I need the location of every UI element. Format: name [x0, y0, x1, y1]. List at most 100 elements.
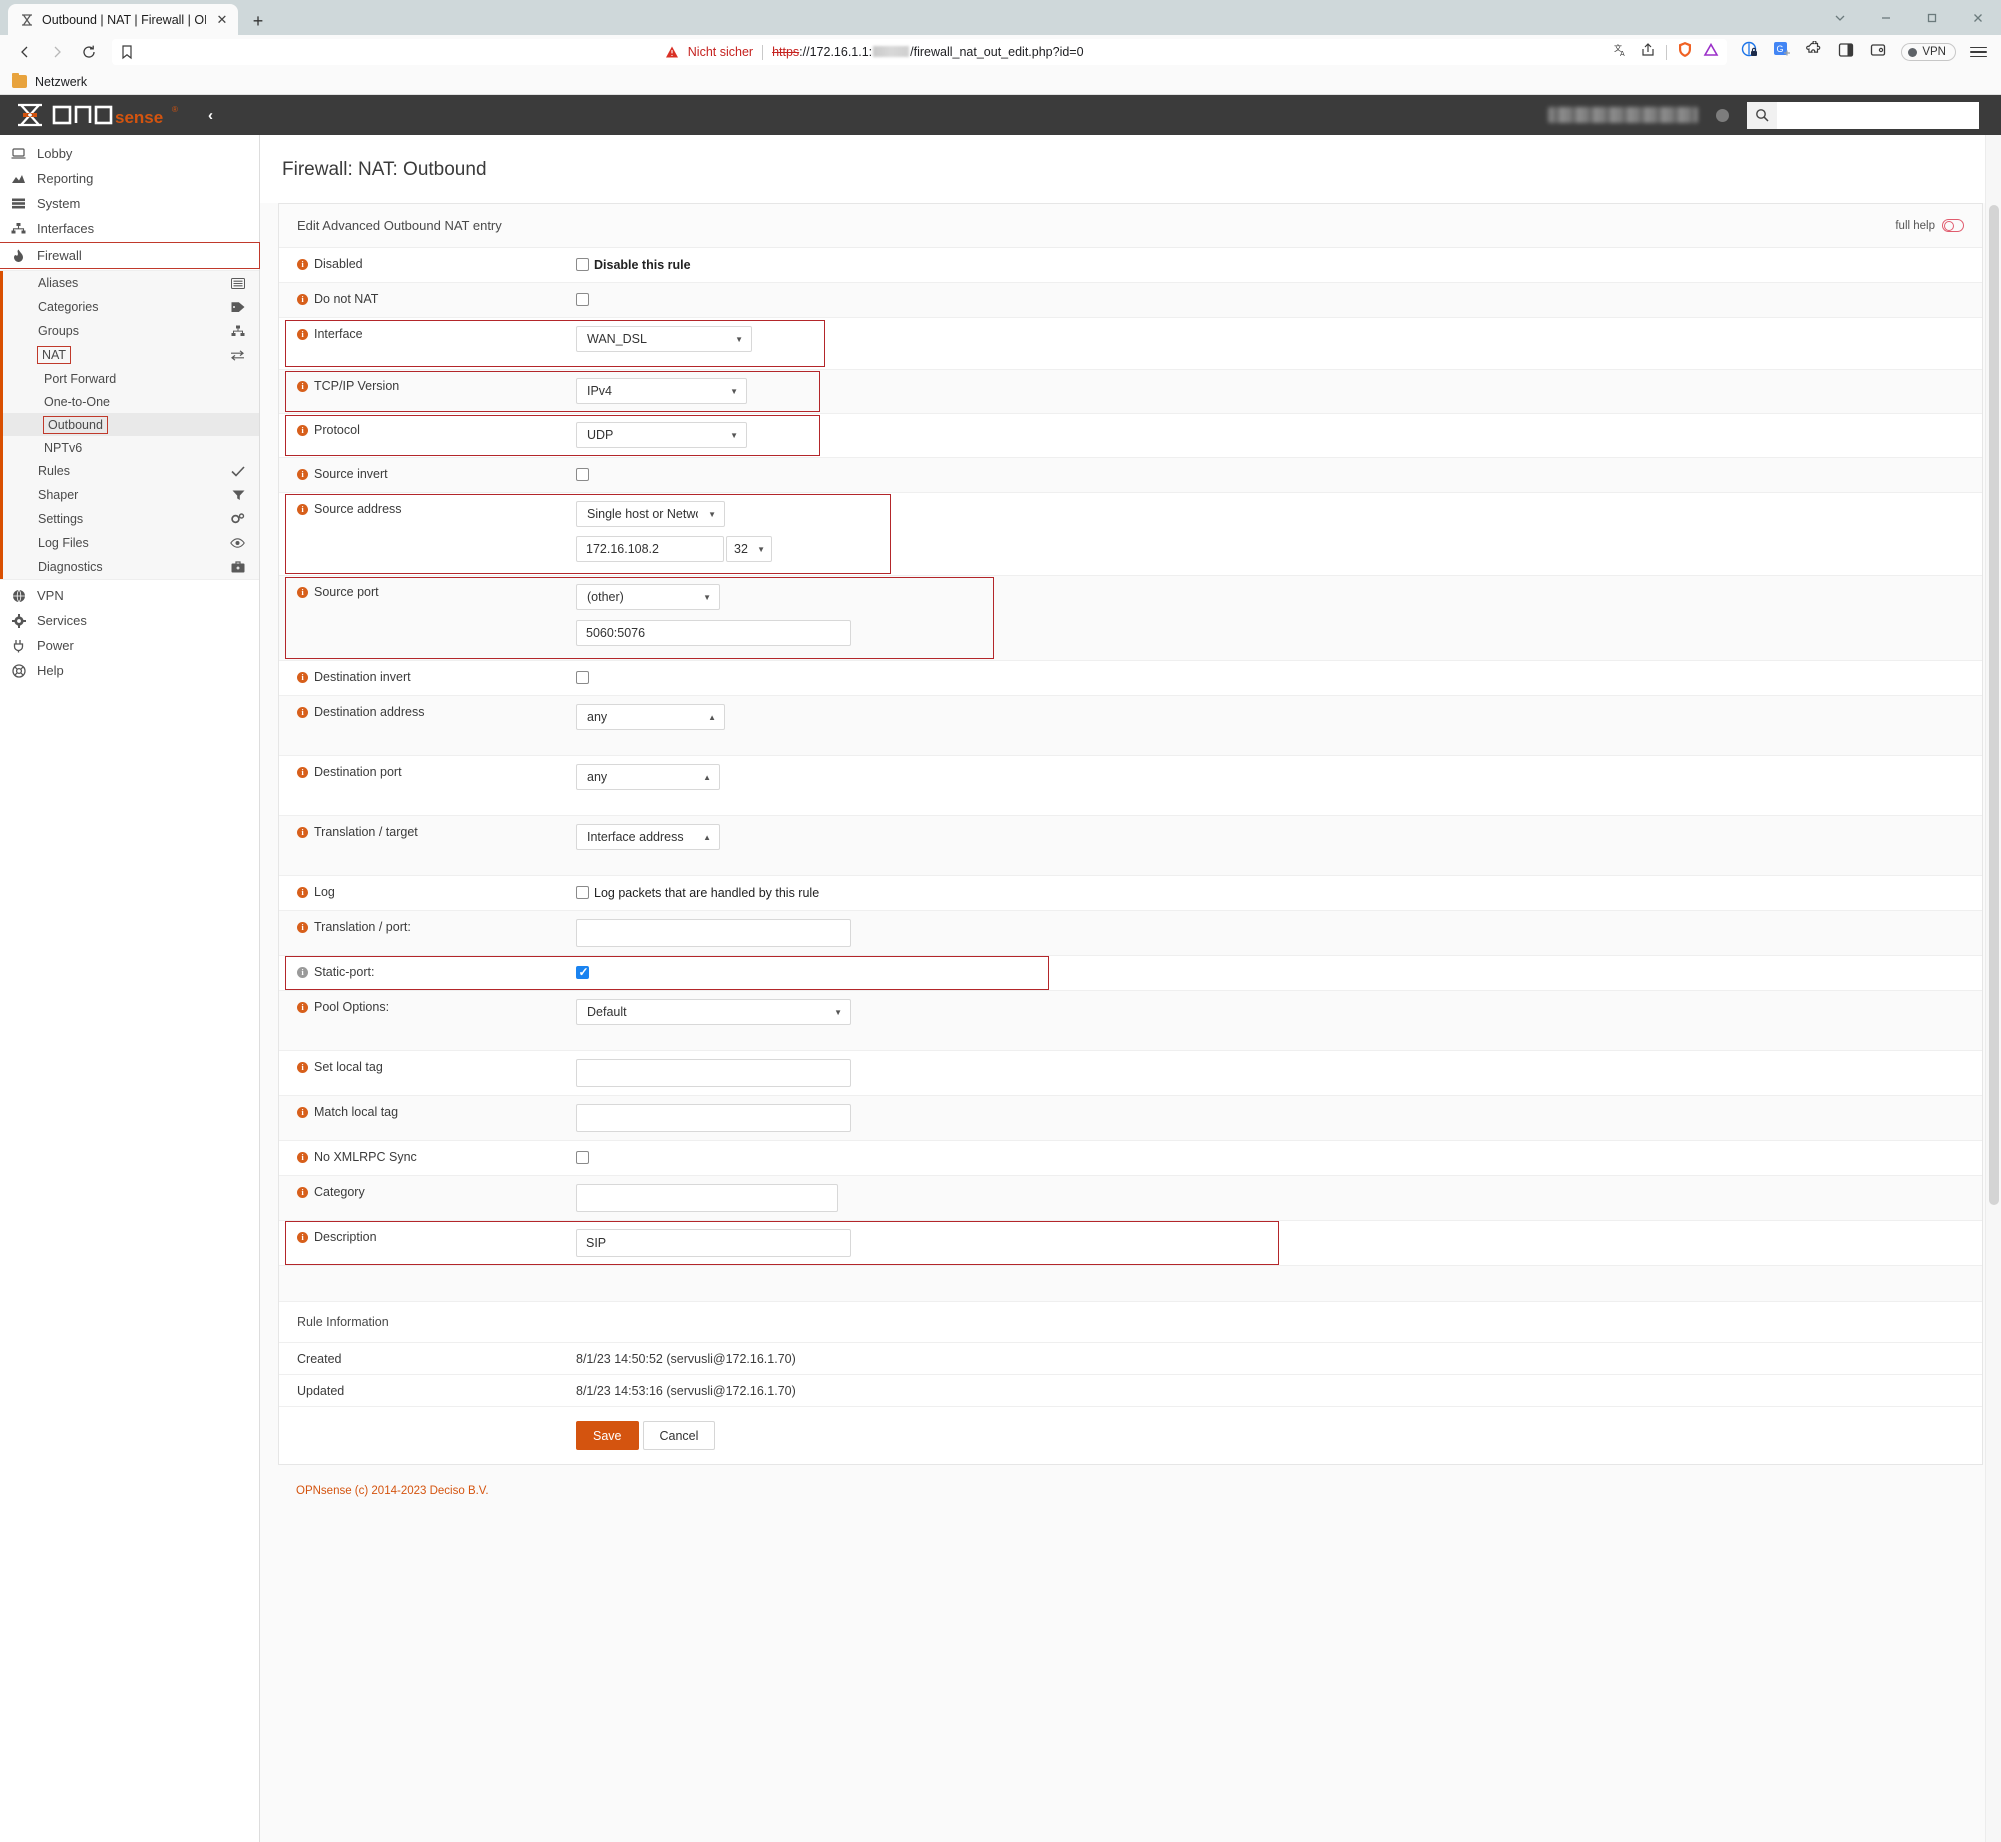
toggle-switch-icon[interactable] — [1942, 219, 1964, 232]
category-input[interactable] — [576, 1184, 838, 1212]
vpn-button[interactable]: VPN — [1901, 43, 1956, 61]
sidebar-item-system[interactable]: System — [0, 191, 259, 216]
sidebar-item-categories[interactable]: Categories — [0, 295, 259, 319]
full-help-toggle[interactable]: full help — [1895, 219, 1964, 232]
wallet-icon[interactable] — [1869, 41, 1887, 64]
sidebar-item-log-files[interactable]: Log Files — [0, 531, 259, 555]
pool-options-select[interactable]: Default ▼ — [576, 999, 851, 1025]
google-translate-extension-icon[interactable]: G — [1773, 41, 1791, 64]
tab-close-icon[interactable]: ✕ — [214, 12, 230, 28]
sidebar-item-aliases[interactable]: Aliases — [0, 271, 259, 295]
browser-tab[interactable]: Outbound | NAT | Firewall | OPNs ✕ — [8, 4, 238, 35]
sidebar-item-shaper[interactable]: Shaper — [0, 483, 259, 507]
sidebar-item-services[interactable]: Services — [0, 608, 259, 633]
search-icon[interactable] — [1747, 101, 1777, 129]
info-icon[interactable]: i — [297, 672, 308, 683]
sidebar-item-settings[interactable]: Settings — [0, 507, 259, 531]
privacy-shield-icon[interactable] — [1741, 41, 1759, 64]
translation-port-input[interactable] — [576, 919, 851, 947]
info-icon[interactable]: i — [297, 767, 308, 778]
bookmark-icon[interactable] — [120, 44, 134, 60]
source-address-type-select[interactable]: Single host or Network ▼ — [576, 501, 725, 527]
source-address-mask-select[interactable]: 32 ▼ — [726, 536, 772, 562]
app-search[interactable] — [1747, 101, 1979, 129]
info-icon[interactable]: i — [297, 1002, 308, 1013]
destination-address-select[interactable]: any ▲ — [576, 704, 725, 730]
translation-target-select[interactable]: Interface address ▲ — [576, 824, 720, 850]
info-icon[interactable]: i — [297, 827, 308, 838]
sidebar-item-outbound[interactable]: Outbound — [0, 413, 259, 436]
source-address-input[interactable] — [576, 536, 724, 562]
footer-copyright-link[interactable]: OPNsense (c) 2014-2023 Deciso B.V. — [296, 1485, 489, 1497]
sidebar-item-nptv6[interactable]: NPTv6 — [0, 436, 259, 459]
info-icon[interactable]: i — [297, 1152, 308, 1163]
disabled-checkbox[interactable] — [576, 258, 589, 271]
info-icon[interactable]: i — [297, 469, 308, 480]
bookmark-folder-label[interactable]: Netzwerk — [35, 75, 87, 89]
info-icon[interactable]: i — [297, 259, 308, 270]
sidebar-item-lobby[interactable]: Lobby — [0, 141, 259, 166]
sidebar-item-port-forward[interactable]: Port Forward — [0, 367, 259, 390]
sidebar-collapse-icon[interactable]: ‹ — [208, 107, 213, 124]
forward-icon[interactable] — [42, 38, 72, 66]
extensions-puzzle-icon[interactable] — [1805, 39, 1823, 64]
info-icon[interactable]: i — [297, 707, 308, 718]
sidebar-panel-icon[interactable] — [1837, 41, 1855, 64]
sidebar-item-power[interactable]: Power — [0, 633, 259, 658]
info-icon[interactable]: i — [297, 504, 308, 515]
info-icon[interactable]: i — [297, 1232, 308, 1243]
brave-shields-icon[interactable] — [1677, 41, 1693, 63]
reload-icon[interactable] — [74, 38, 104, 66]
interface-select[interactable]: WAN_DSL ▼ — [576, 326, 752, 352]
disabled-checkbox-label[interactable]: Disable this rule — [594, 258, 691, 272]
new-tab-button[interactable]: + — [244, 7, 272, 35]
info-icon[interactable]: i — [297, 922, 308, 933]
source-port-input[interactable] — [576, 620, 851, 646]
destination-port-select[interactable]: any ▲ — [576, 764, 720, 790]
sidebar-item-interfaces[interactable]: Interfaces — [0, 216, 259, 241]
cancel-button[interactable]: Cancel — [642, 1421, 716, 1450]
sidebar-item-one-to-one[interactable]: One-to-One — [0, 390, 259, 413]
tcpip-version-select[interactable]: IPv4 ▼ — [576, 378, 747, 404]
info-icon[interactable]: i — [297, 887, 308, 898]
translate-icon[interactable]: 文A — [1614, 42, 1630, 63]
static-port-checkbox[interactable] — [576, 965, 589, 979]
set-local-tag-input[interactable] — [576, 1059, 851, 1087]
description-input[interactable] — [576, 1229, 851, 1257]
destination-invert-checkbox[interactable] — [576, 671, 589, 684]
sidebar-item-firewall[interactable]: Firewall — [0, 242, 260, 269]
info-icon[interactable]: i — [297, 1187, 308, 1198]
address-bar[interactable]: Nicht sicher https://172.16.1.1: /firewal… — [112, 39, 1728, 65]
info-icon[interactable]: i — [297, 381, 308, 392]
maximize-icon[interactable] — [1909, 0, 1955, 35]
log-checkbox[interactable] — [576, 886, 589, 899]
save-button[interactable]: Save — [576, 1421, 639, 1450]
chevron-down-icon[interactable] — [1817, 0, 1863, 35]
info-icon[interactable]: i — [297, 1062, 308, 1073]
match-local-tag-input[interactable] — [576, 1104, 851, 1132]
info-icon[interactable]: i — [297, 967, 308, 978]
browser-menu-icon[interactable] — [1970, 46, 1987, 58]
info-icon[interactable]: i — [297, 587, 308, 598]
sidebar-item-rules[interactable]: Rules — [0, 459, 259, 483]
info-icon[interactable]: i — [297, 294, 308, 305]
sidebar-item-help[interactable]: Help — [0, 658, 259, 683]
protocol-select[interactable]: UDP ▼ — [576, 422, 747, 448]
back-icon[interactable] — [10, 38, 40, 66]
brave-rewards-icon[interactable] — [1703, 42, 1719, 63]
no-xmlrpc-sync-checkbox[interactable] — [576, 1151, 589, 1164]
search-input[interactable] — [1777, 101, 1979, 129]
do-not-nat-checkbox[interactable] — [576, 293, 589, 306]
close-icon[interactable] — [1955, 0, 2001, 35]
sidebar-item-diagnostics[interactable]: Diagnostics — [0, 555, 259, 579]
source-invert-checkbox[interactable] — [576, 468, 589, 481]
sidebar-item-nat[interactable]: NAT — [0, 343, 259, 367]
info-icon[interactable]: i — [297, 329, 308, 340]
log-checkbox-label[interactable]: Log packets that are handled by this rul… — [594, 886, 819, 900]
minimize-icon[interactable] — [1863, 0, 1909, 35]
share-icon[interactable] — [1640, 42, 1656, 63]
sidebar-item-reporting[interactable]: Reporting — [0, 166, 259, 191]
page-scrollbar[interactable] — [1985, 135, 2001, 1842]
info-icon[interactable]: i — [297, 1107, 308, 1118]
info-icon[interactable]: i — [297, 425, 308, 436]
